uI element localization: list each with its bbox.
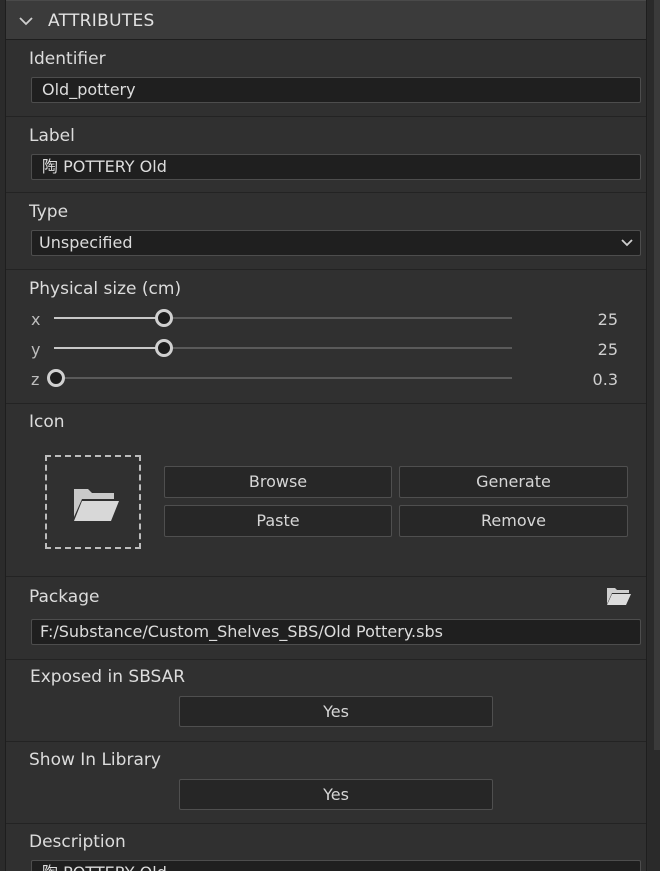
slider-y-value[interactable]: 25	[598, 340, 618, 359]
physical-size-section: Physical size (cm) x 25 y 25 z 0.3	[6, 270, 646, 404]
folder-open-icon[interactable]	[606, 585, 632, 607]
slider-x-label: x	[31, 310, 41, 329]
label-input[interactable]: 陶 POTTERY Old	[31, 154, 641, 180]
slider-x-value[interactable]: 25	[598, 310, 618, 329]
identifier-label: Identifier	[29, 49, 106, 69]
type-label: Type	[29, 202, 69, 222]
chevron-down-icon	[621, 239, 633, 247]
slider-y-handle[interactable]	[155, 339, 173, 357]
show-in-library-label: Show In Library	[29, 750, 161, 770]
package-label: Package	[29, 587, 100, 607]
folder-open-icon	[74, 489, 119, 521]
physical-size-label: Physical size (cm)	[29, 279, 182, 299]
exposed-section: Exposed in SBSAR Yes	[6, 660, 646, 742]
slider-y-fill	[54, 347, 164, 349]
identifier-input[interactable]: Old_pottery	[31, 77, 641, 103]
slider-x-handle[interactable]	[155, 309, 173, 327]
right-gutter	[648, 0, 660, 871]
show-in-library-toggle[interactable]: Yes	[179, 779, 493, 810]
type-select-value: Unspecified	[39, 233, 133, 252]
label-label: Label	[29, 126, 75, 146]
browse-button[interactable]: Browse	[164, 466, 392, 498]
scrollbar-track[interactable]	[654, 0, 660, 750]
remove-button[interactable]: Remove	[399, 505, 628, 537]
chevron-down-icon[interactable]	[18, 14, 34, 28]
section-title: ATTRIBUTES	[48, 11, 155, 31]
slider-z-value[interactable]: 0.3	[593, 370, 618, 389]
type-section: Type Unspecified	[6, 193, 646, 270]
package-path-input[interactable]: F:/Substance/Custom_Shelves_SBS/Old Pott…	[31, 619, 641, 645]
show-in-library-section: Show In Library Yes	[6, 742, 646, 824]
description-section: Description 陶 POTTERY Old	[6, 824, 646, 871]
slider-x-fill	[54, 317, 164, 319]
slider-z-handle[interactable]	[47, 369, 65, 387]
icon-label: Icon	[29, 412, 65, 432]
attributes-header[interactable]: ATTRIBUTES	[6, 0, 646, 40]
label-section: Label 陶 POTTERY Old	[6, 117, 646, 193]
paste-button[interactable]: Paste	[164, 505, 392, 537]
icon-preview-dropzone[interactable]	[45, 455, 141, 549]
generate-button[interactable]: Generate	[399, 466, 628, 498]
slider-y-label: y	[31, 340, 41, 359]
description-label: Description	[29, 832, 126, 852]
exposed-toggle[interactable]: Yes	[179, 696, 493, 727]
package-section: Package F:/Substance/Custom_Shelves_SBS/…	[6, 577, 646, 660]
identifier-section: Identifier Old_pottery	[6, 40, 646, 117]
slider-z-track[interactable]	[54, 377, 512, 379]
attributes-panel: ATTRIBUTES Identifier Old_pottery Label …	[5, 0, 647, 871]
type-select[interactable]: Unspecified	[31, 230, 641, 256]
slider-z-label: z	[31, 370, 40, 389]
exposed-label: Exposed in SBSAR	[30, 667, 186, 687]
slider-y-track[interactable]	[54, 347, 512, 349]
slider-x-track[interactable]	[54, 317, 512, 319]
description-textarea[interactable]: 陶 POTTERY Old	[31, 860, 641, 871]
